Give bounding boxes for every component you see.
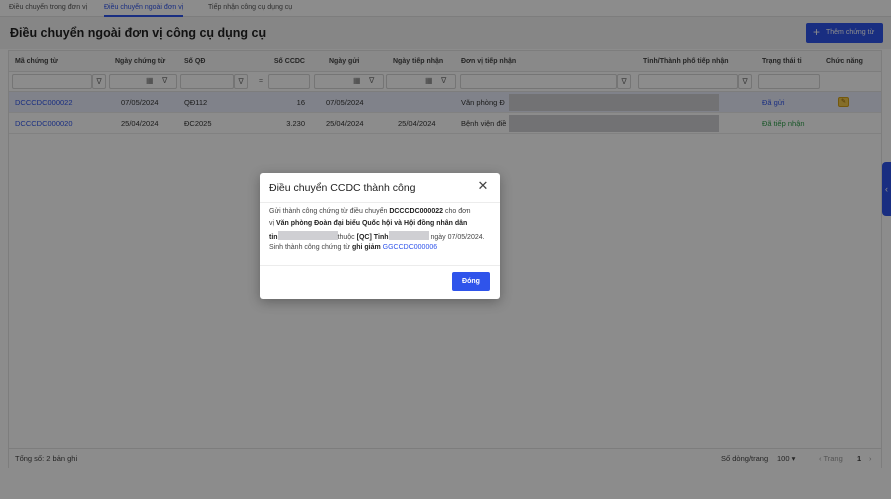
close-icon[interactable]: ✕ xyxy=(476,179,490,193)
message-line-3: tỉn thuộc [QC] Tỉnh ngày 07/05/2024. xyxy=(269,231,485,243)
dialog-title: Điều chuyển CCDC thành công xyxy=(269,182,416,194)
success-dialog: Điều chuyển CCDC thành công ✕ Gửi thành … xyxy=(260,173,500,299)
divider xyxy=(260,265,500,266)
divider xyxy=(260,202,500,203)
message-line-2: vị Văn phòng Đoàn đại biểu Quốc hội và H… xyxy=(269,220,468,227)
redacted-block xyxy=(277,231,338,240)
message-line-4: Sinh thành công chứng từ ghi giảm GGCCDC… xyxy=(269,244,438,251)
close-button[interactable]: Đóng xyxy=(452,272,490,291)
message-line-1: Gửi thành công chứng từ điều chuyển DCCC… xyxy=(269,208,471,215)
redacted-block xyxy=(388,231,429,240)
generated-doc-link[interactable]: GGCCDC000006 xyxy=(381,244,437,251)
